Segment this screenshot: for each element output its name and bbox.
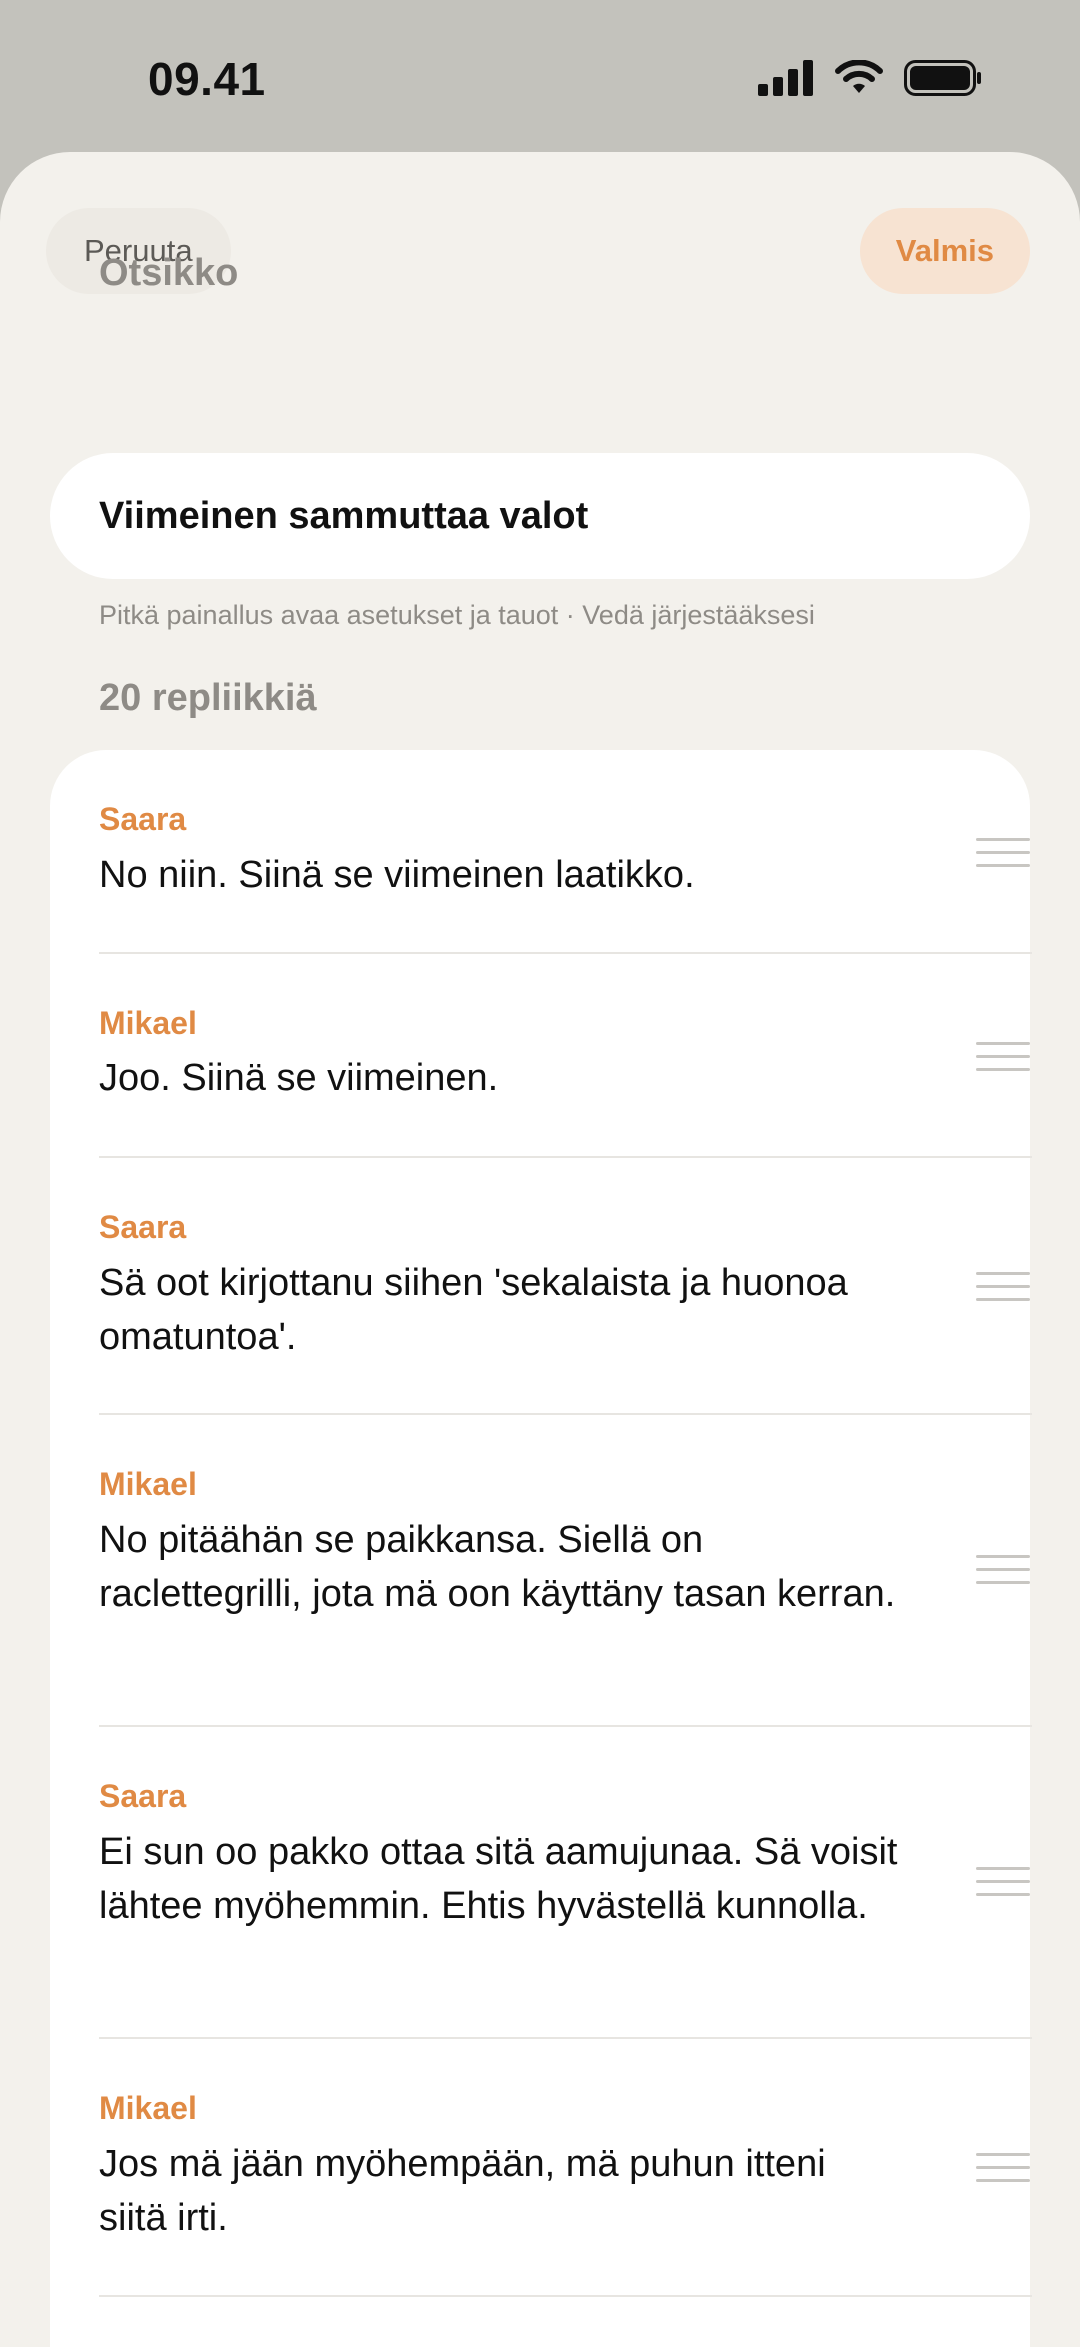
line-text: Jos mä jään myöhempään, mä puhun itteni … [99,2143,826,2239]
line-speaker: Mikael [99,1005,197,1041]
line-text: Sä oot kirjottanu siihen 'sekalaista ja … [99,1262,848,1358]
line-text: Joo. Siinä se viimeinen. [99,1057,499,1099]
drag-handle-icon[interactable] [976,1867,1030,1897]
status-bar: 09.41 [0,0,1080,150]
line-item[interactable]: Saara Sä oot kirjottanu siihen 'sekalais… [99,1158,1032,1415]
hint-text: Pitkä painallus avaa asetukset ja tauot … [99,600,815,630]
drag-handle-icon[interactable] [976,1555,1030,1585]
cellular-signal-icon [758,60,813,96]
line-speaker: Mikael [99,2090,197,2126]
edit-sheet: Peruuta Valmis Otsikko Pitkä painallus a… [0,152,1080,2347]
line-item[interactable]: Mikael Joo. Siinä se viimeinen. [99,954,1032,1158]
drag-handle-icon[interactable] [976,1042,1030,1072]
drag-handle-icon[interactable] [976,2153,1030,2183]
line-text: No niin. Siinä se viimeinen laatikko. [99,854,695,896]
drag-handle-icon[interactable] [976,1272,1030,1302]
battery-icon [904,60,981,96]
status-icons [758,58,982,98]
drag-handle-icon[interactable] [976,838,1030,868]
line-item[interactable]: Mikael No pitäähän se paikkansa. Siellä … [99,1415,1032,1727]
done-button[interactable]: Valmis [859,208,1030,294]
status-time: 09.41 [148,53,266,105]
line-item[interactable]: Saara Ei sun oo pakko ottaa sitä aamujun… [99,1727,1032,2039]
title-field[interactable] [50,453,1030,579]
wifi-icon [835,60,883,93]
title-input[interactable] [99,494,981,538]
line-speaker: Saara [99,1778,187,1814]
line-item[interactable]: Saara No niin. Siinä se viimeinen laatik… [99,750,1032,954]
line-speaker: Mikael [99,1466,197,1502]
line-text: No pitäähän se paikkansa. Siellä on racl… [99,1519,896,1615]
lines-list: Saara No niin. Siinä se viimeinen laatik… [50,750,1032,2347]
line-speaker: Saara [99,1209,187,1245]
line-item[interactable]: Mikael Jos mä jään myöhempään, mä puhun … [99,2039,1032,2297]
line-speaker: Saara [99,801,187,837]
title-section-label: Otsikko [99,252,239,294]
lines-count-label: 20 repliikkiä [99,677,317,719]
line-text: Ei sun oo pakko ottaa sitä aamujunaa. Sä… [99,1831,898,1927]
